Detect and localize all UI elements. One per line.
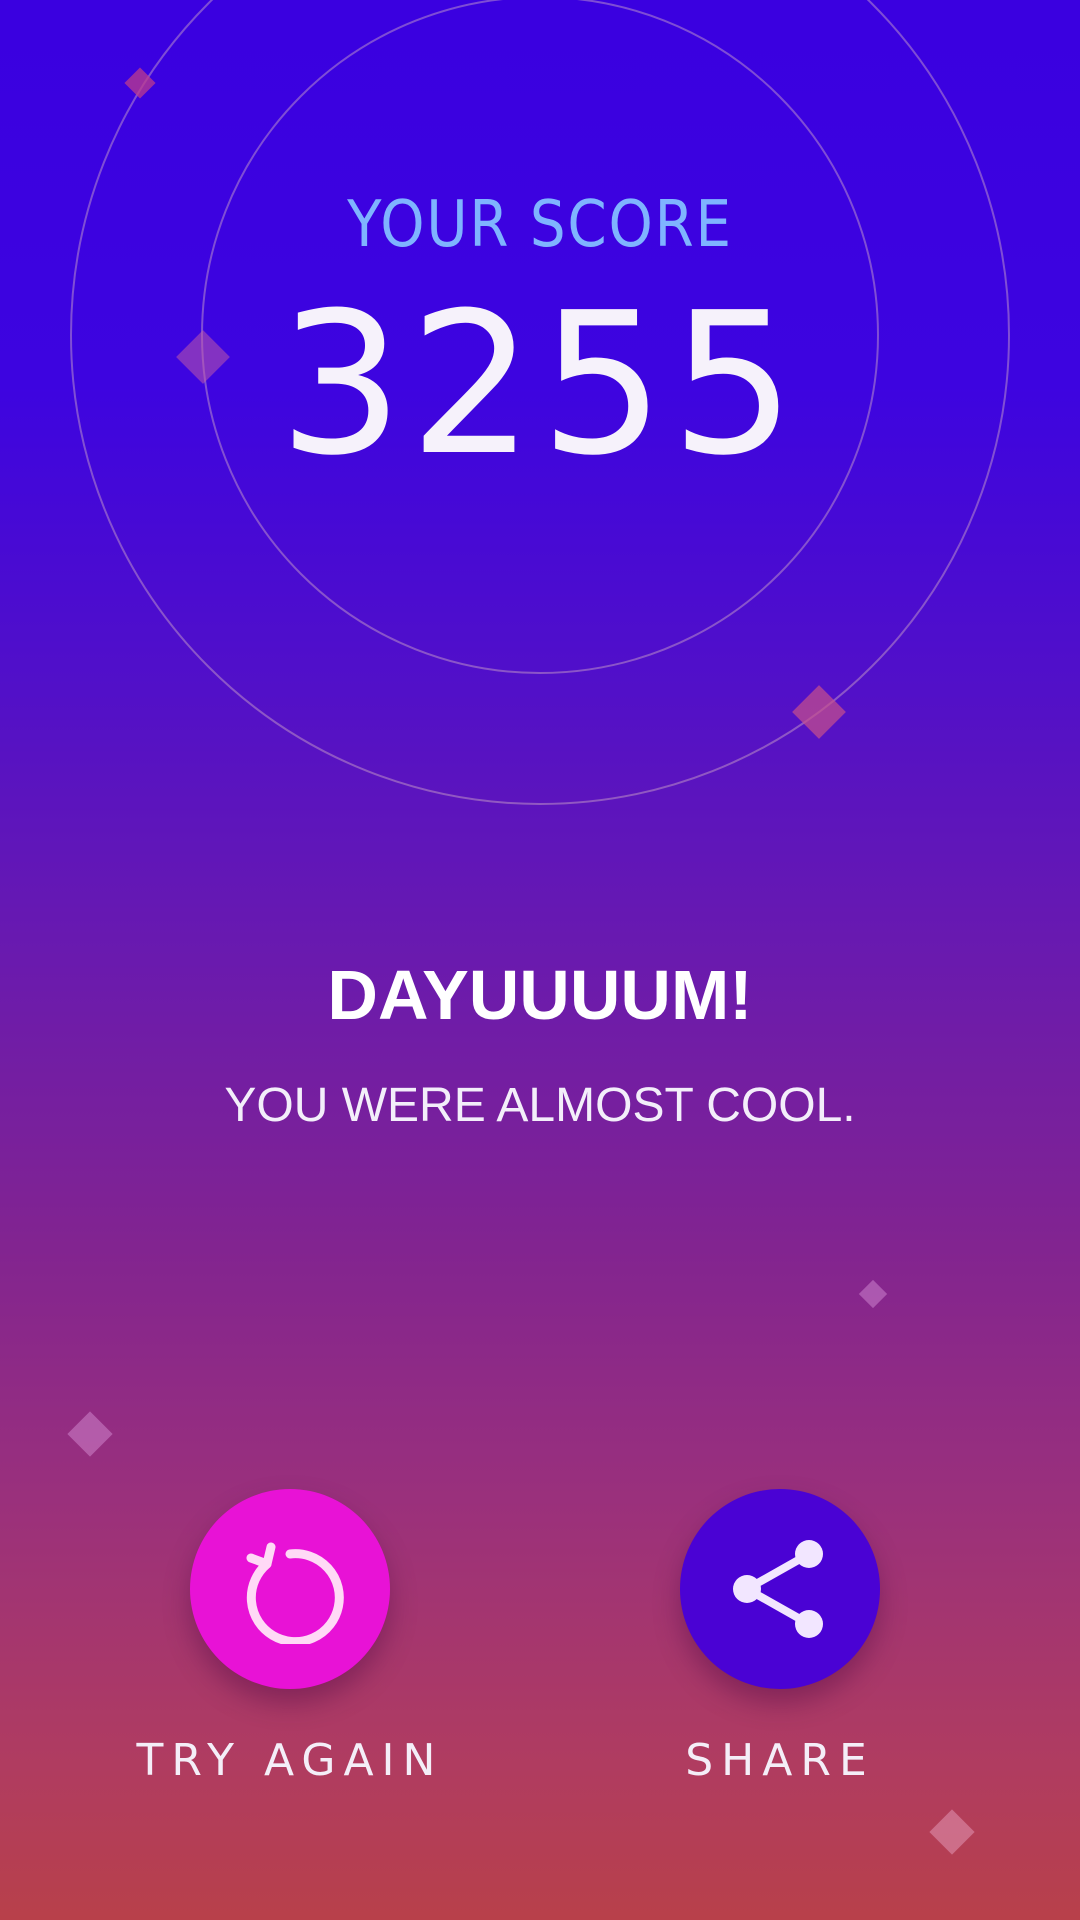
share-icon — [733, 1540, 823, 1638]
try-again-label: TRY AGAIN — [136, 1735, 444, 1786]
result-headline: DAYUUUUM! — [327, 956, 753, 1034]
result-subline: YOU WERE ALMOST COOL. — [224, 1079, 856, 1132]
share-button[interactable] — [680, 1489, 880, 1689]
decorative-diamond — [858, 1279, 888, 1309]
refresh-icon — [246, 1542, 344, 1644]
score-value: 3255 — [278, 271, 802, 499]
share-label: SHARE — [685, 1735, 875, 1786]
decorative-diamond — [67, 1411, 113, 1457]
try-again-button[interactable] — [190, 1489, 390, 1689]
score-label: YOUR SCORE — [347, 188, 733, 262]
decorative-diamond — [929, 1809, 975, 1855]
